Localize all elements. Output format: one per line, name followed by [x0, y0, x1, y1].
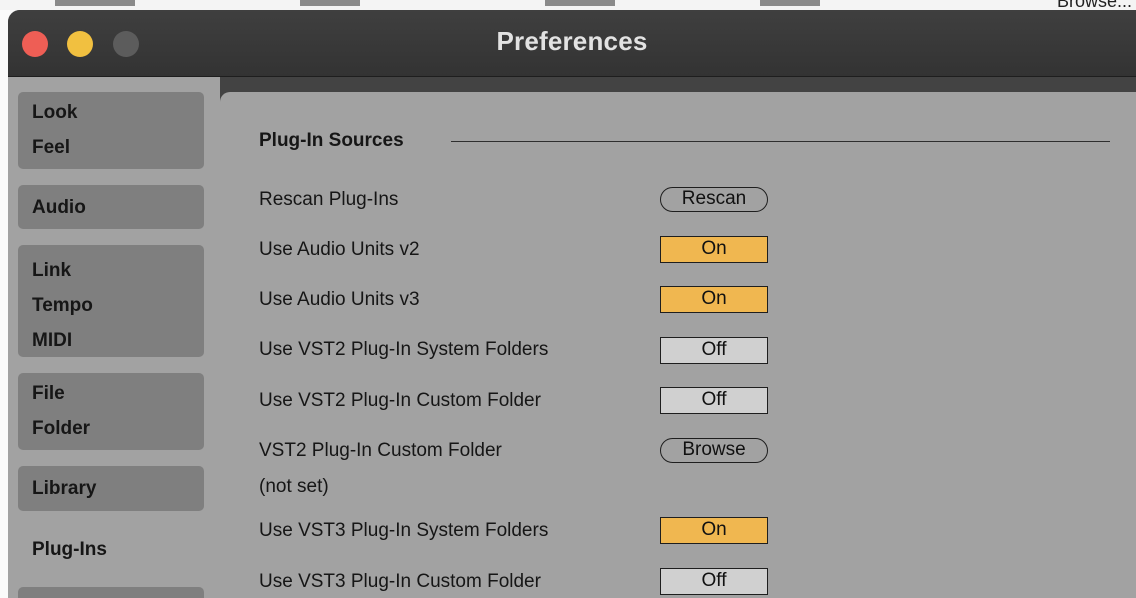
preferences-sidebar: Look Feel Audio Link Tempo MIDI File Fol… [8, 77, 220, 598]
tab-label: Link [32, 260, 72, 281]
use-vst3-custom-folder-label: Use VST3 Plug-In Custom Folder [259, 571, 541, 592]
tab-label: Folder [32, 418, 91, 439]
browse-button[interactable]: Browse [660, 438, 768, 463]
tab-label: Feel [32, 137, 71, 158]
background-browse-text: Browse... [1056, 0, 1132, 10]
background-toolbar-fragment [760, 0, 820, 6]
window-title: Preferences [496, 26, 648, 56]
tab-label: Look [32, 102, 78, 123]
use-vst2-system-folders-label: Use VST2 Plug-In System Folders [259, 339, 549, 360]
background-app-strip: Browse... [0, 0, 1136, 10]
use-vst2-custom-folder-label: Use VST2 Plug-In Custom Folder [259, 390, 541, 411]
use-audio-units-v2-label: Use Audio Units v2 [259, 239, 420, 260]
tab-audio[interactable]: Audio [18, 185, 204, 229]
tab-label: Library [32, 478, 97, 499]
tab-label: MIDI [32, 330, 73, 351]
tab-next[interactable] [18, 587, 204, 598]
section-title: Plug-In Sources [259, 130, 404, 151]
vst2-system-folders-toggle[interactable]: Off [660, 337, 768, 364]
background-toolbar-fragment [55, 0, 135, 6]
section-header: Plug-In Sources [259, 129, 1110, 153]
use-vst3-system-folders-label: Use VST3 Plug-In System Folders [259, 520, 549, 541]
vst3-custom-folder-toggle[interactable]: Off [660, 568, 768, 595]
vst2-custom-folder-toggle[interactable]: Off [660, 387, 768, 414]
tab-label: Plug-Ins [32, 539, 107, 560]
preferences-window: Preferences Look Feel Audio Link Tempo M… [8, 10, 1136, 598]
vst2-custom-folder-label: VST2 Plug-In Custom Folder [259, 440, 502, 461]
section-divider [451, 141, 1110, 142]
use-audio-units-v3-label: Use Audio Units v3 [259, 289, 420, 310]
tab-file-folder[interactable]: File Folder [18, 373, 204, 450]
vst3-system-folders-toggle[interactable]: On [660, 517, 768, 544]
background-toolbar-fragment [300, 0, 360, 6]
plug-ins-settings-panel: Plug-In Sources Rescan Plug-Ins Rescan U… [220, 92, 1136, 598]
audio-units-v3-toggle[interactable]: On [660, 286, 768, 313]
audio-units-v2-toggle[interactable]: On [660, 236, 768, 263]
rescan-plugins-label: Rescan Plug-Ins [259, 189, 399, 210]
tab-plug-ins[interactable]: Plug-Ins [18, 529, 204, 579]
vst2-custom-folder-path: (not set) [259, 476, 329, 497]
tab-label: Tempo [32, 295, 93, 316]
tab-link-tempo-midi[interactable]: Link Tempo MIDI [18, 245, 204, 357]
tab-label: File [32, 383, 65, 404]
title-bar[interactable]: Preferences [8, 10, 1136, 77]
background-toolbar-fragment [545, 0, 615, 6]
rescan-button[interactable]: Rescan [660, 187, 768, 212]
tab-library[interactable]: Library [18, 466, 204, 511]
tab-look-feel[interactable]: Look Feel [18, 92, 204, 169]
tab-label: Audio [32, 197, 86, 218]
